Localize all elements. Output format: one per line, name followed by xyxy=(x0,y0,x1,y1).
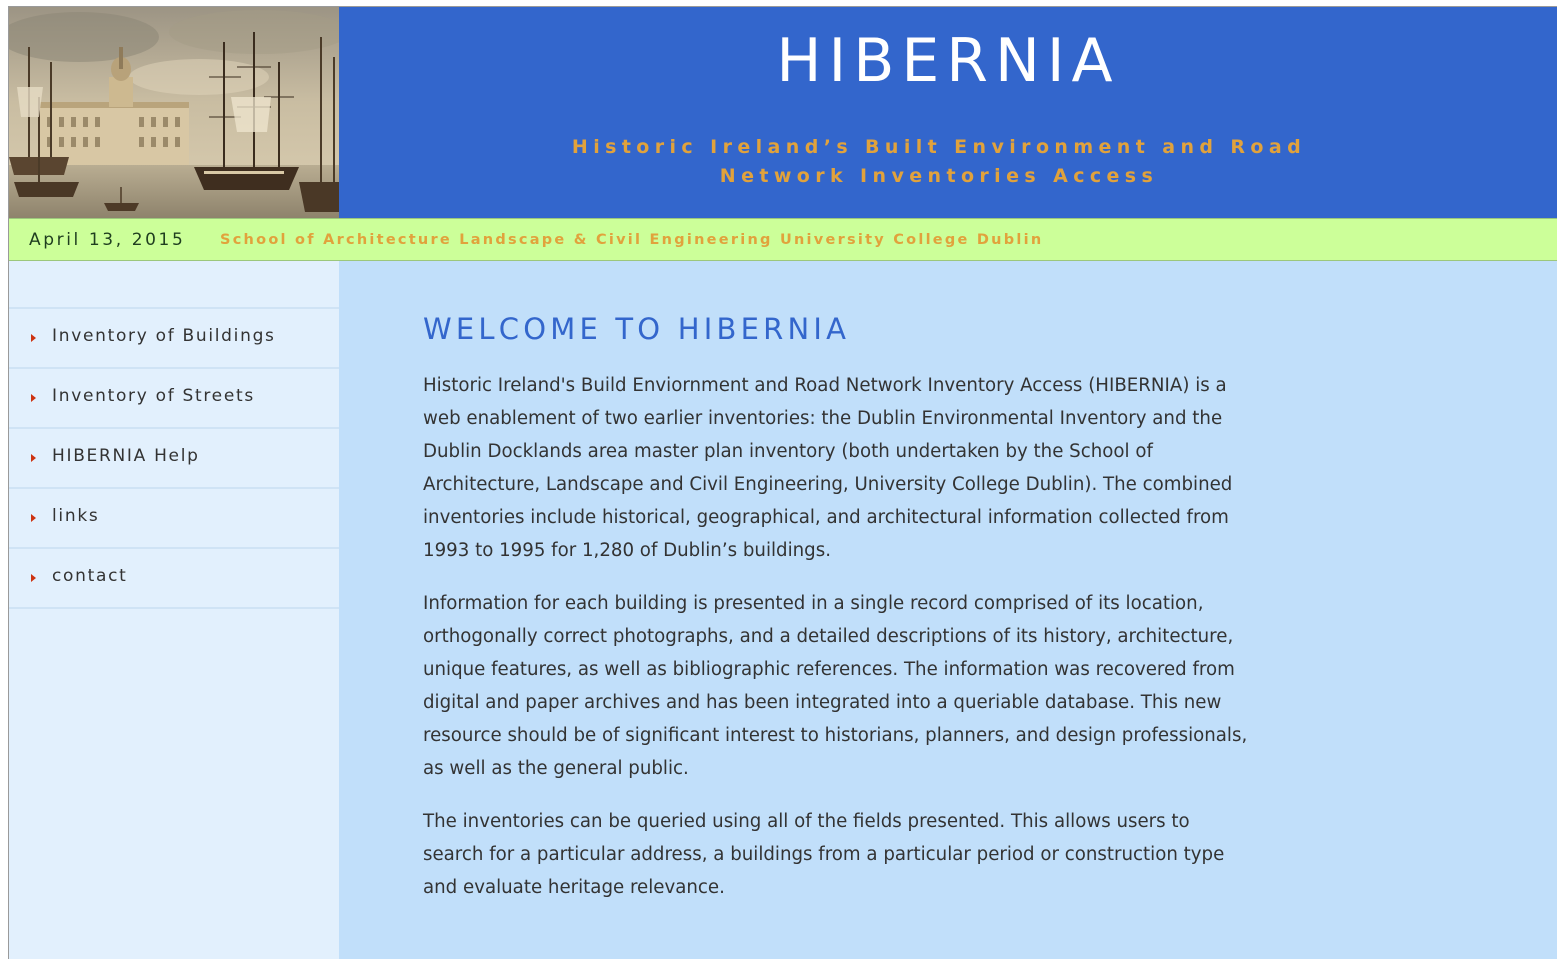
sidebar-spacer xyxy=(9,261,339,309)
arrow-right-icon xyxy=(31,394,36,402)
arrow-right-icon xyxy=(31,574,36,582)
sidebar-nav: Inventory of Buildings Inventory of Stre… xyxy=(9,261,339,959)
site-header: HIBERNIA Historic Ireland’s Built Enviro… xyxy=(9,7,1557,218)
sidebar-item-inventory-of-streets[interactable]: Inventory of Streets xyxy=(9,369,339,429)
site-subtitle: Historic Ireland’s Built Environment and… xyxy=(489,133,1389,191)
school-name: School of Architecture Landscape & Civil… xyxy=(220,232,1044,248)
intro-paragraph: Historic Ireland's Build Enviornment and… xyxy=(423,375,1233,561)
arrow-right-icon xyxy=(31,334,36,342)
sidebar-item-contact[interactable]: contact xyxy=(9,549,339,609)
site-subtitle-line2: Network Inventories Access xyxy=(719,165,1159,187)
page-title: WELCOME TO HIBERNIA xyxy=(423,312,851,346)
intro-paragraph: The inventories can be queried using all… xyxy=(423,811,1225,898)
sidebar-item-label[interactable]: links xyxy=(52,506,99,526)
sidebar-item-label[interactable]: Inventory of Buildings xyxy=(52,326,276,346)
main-content: WELCOME TO HIBERNIA Historic Ireland's B… xyxy=(339,261,1557,959)
sidebar-item-hibernia-help[interactable]: HIBERNIA Help xyxy=(9,429,339,489)
arrow-right-icon xyxy=(31,454,36,462)
intro-text: Historic Ireland's Build Enviornment and… xyxy=(423,369,1253,924)
sidebar-item-label[interactable]: Inventory of Streets xyxy=(52,386,255,406)
sidebar-item-links[interactable]: links xyxy=(9,489,339,549)
info-bar: April 13, 2015 School of Architecture La… xyxy=(9,218,1557,261)
intro-paragraph: Information for each building is present… xyxy=(423,593,1248,779)
site-subtitle-line1: Historic Ireland’s Built Environment and… xyxy=(571,136,1307,158)
sidebar-item-inventory-of-buildings[interactable]: Inventory of Buildings xyxy=(9,309,339,369)
sidebar-item-label[interactable]: contact xyxy=(52,566,128,586)
page-frame: HIBERNIA Historic Ireland’s Built Enviro… xyxy=(8,6,1557,959)
sidebar-item-label[interactable]: HIBERNIA Help xyxy=(52,446,200,466)
current-date: April 13, 2015 xyxy=(29,230,186,250)
header-harbour-image xyxy=(9,7,339,218)
arrow-right-icon xyxy=(31,514,36,522)
site-title: HIBERNIA xyxy=(776,26,1120,96)
